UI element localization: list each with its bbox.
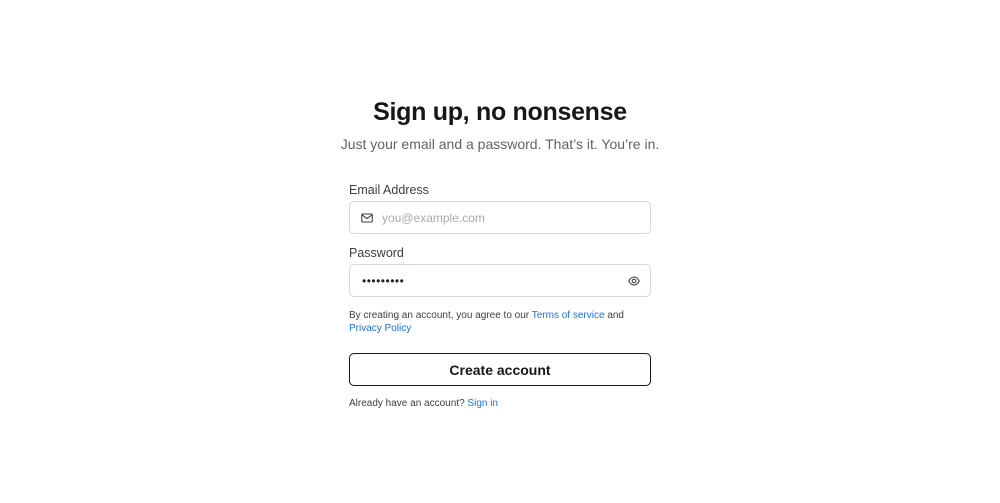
email-input[interactable] (350, 202, 650, 233)
signup-form: Email Address Password By creating an ac (349, 183, 651, 409)
password-group: Password (349, 246, 651, 297)
password-field-wrapper (349, 264, 651, 297)
privacy-policy-link[interactable]: Privacy Policy (349, 323, 411, 334)
signup-page: Sign up, no nonsense Just your email and… (0, 0, 1000, 503)
signin-prompt: Already have an account? (349, 398, 465, 409)
email-group: Email Address (349, 183, 651, 234)
password-input[interactable] (350, 265, 650, 296)
email-field-wrapper (349, 201, 651, 234)
terms-notice: By creating an account, you agree to our… (349, 309, 651, 335)
page-subtitle: Just your email and a password. That’s i… (340, 136, 660, 152)
signin-prompt-row: Already have an account? Sign in (349, 398, 651, 409)
page-title: Sign up, no nonsense (373, 98, 627, 126)
terms-prefix: By creating an account, you agree to our (349, 310, 530, 321)
sign-in-link[interactable]: Sign in (467, 398, 498, 409)
eye-icon[interactable] (628, 275, 640, 287)
terms-of-service-link[interactable]: Terms of service (532, 310, 605, 321)
terms-conjunction: and (607, 310, 624, 321)
email-label: Email Address (349, 183, 429, 197)
password-label: Password (349, 246, 404, 260)
create-account-button[interactable]: Create account (349, 353, 651, 386)
